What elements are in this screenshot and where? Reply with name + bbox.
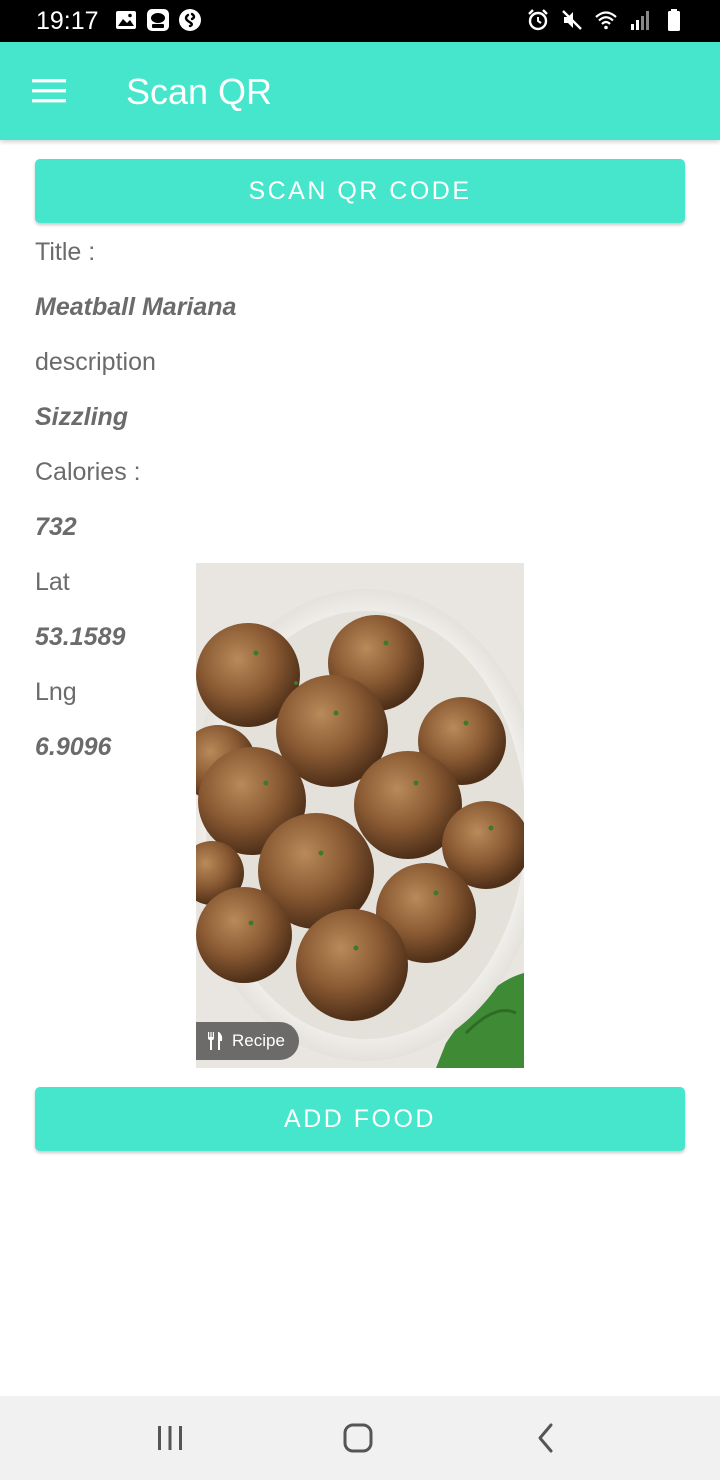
recent-apps-icon — [158, 1426, 182, 1450]
status-time: 19:17 — [36, 7, 99, 35]
page-title: Scan QR — [126, 71, 273, 112]
shazam-icon — [179, 9, 201, 31]
title-label: Title : — [35, 238, 96, 266]
menu-button[interactable] — [22, 67, 76, 115]
lng-value: 6.9096 — [35, 733, 112, 761]
recipe-badge-label: Recipe — [232, 1031, 285, 1050]
title-value: Meatball Mariana — [35, 293, 237, 321]
add-food-button[interactable]: ADD FOOD — [35, 1087, 685, 1151]
recent-apps-button[interactable] — [146, 1414, 194, 1462]
lat-label: Lat — [35, 568, 70, 596]
app-bar: Scan QR — [0, 42, 720, 140]
image-icon — [116, 11, 136, 29]
lineplus-icon — [147, 9, 169, 31]
home-icon — [343, 1423, 373, 1453]
alarm-icon — [528, 9, 548, 31]
hamburger-menu-icon — [32, 79, 66, 103]
status-bar: 19:17 — [0, 0, 720, 42]
description-value: Sizzling — [35, 403, 129, 431]
mute-icon — [562, 10, 582, 30]
recipe-badge[interactable]: Recipe — [196, 1022, 299, 1060]
navigation-bar — [0, 1396, 720, 1480]
battery-icon — [668, 9, 680, 31]
signal-icon — [631, 11, 649, 30]
fork-knife-icon — [208, 1032, 223, 1050]
scan-qr-code-button[interactable]: SCAN QR CODE — [35, 159, 685, 223]
back-button[interactable] — [522, 1414, 570, 1462]
description-label: description — [35, 348, 156, 376]
status-system-icons — [526, 8, 686, 32]
calories-value: 732 — [35, 513, 77, 541]
lng-label: Lng — [35, 678, 77, 706]
meatball-bowl-illustration — [196, 563, 524, 1068]
home-button[interactable] — [334, 1414, 382, 1462]
wifi-icon — [595, 11, 617, 30]
status-notification-icons — [114, 8, 202, 32]
food-image: Recipe — [196, 563, 524, 1068]
back-icon — [538, 1423, 553, 1453]
calories-label: Calories : — [35, 458, 141, 486]
lat-value: 53.1589 — [35, 623, 126, 651]
